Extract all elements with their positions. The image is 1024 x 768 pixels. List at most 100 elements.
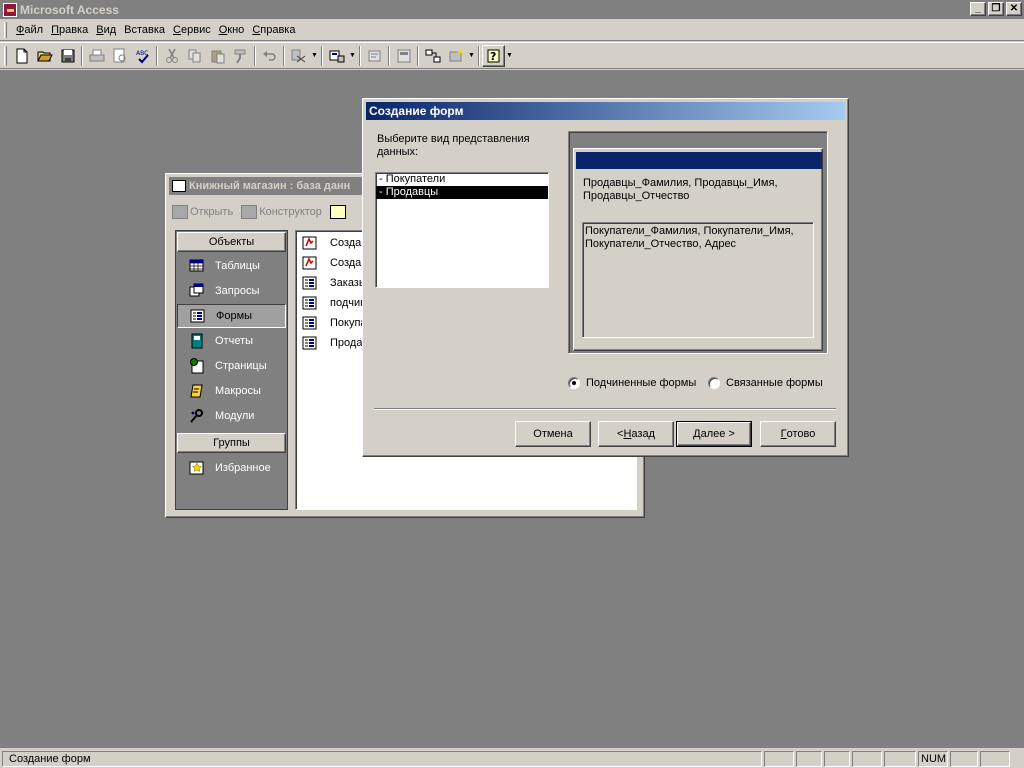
data-view-listbox[interactable]: - Покупатели - Продавцы (375, 172, 549, 288)
listbox-item-buyers[interactable]: - Покупатели (376, 173, 548, 186)
design-label: Конструктор (259, 206, 322, 218)
close-button[interactable]: ✕ (1006, 2, 1022, 16)
menu-tools[interactable]: Сервис (169, 24, 215, 36)
preview-form-title-bar (576, 152, 822, 169)
new-button[interactable] (10, 45, 33, 67)
objects-group-header[interactable]: Объекты (177, 232, 286, 252)
spelling-button[interactable]: ABC (131, 45, 154, 67)
create-button[interactable] (329, 205, 348, 219)
list-item[interactable]: Заказы (302, 273, 367, 293)
finish-button[interactable]: Готово (760, 421, 836, 447)
radio-subforms-indicator[interactable] (568, 377, 580, 389)
form-icon (302, 276, 317, 290)
restore-button[interactable]: ❐ (988, 2, 1004, 16)
open-button[interactable] (33, 45, 56, 67)
database-icon (172, 180, 186, 192)
list-item[interactable]: Создан (302, 253, 367, 273)
list-item[interactable]: Создан (302, 233, 367, 253)
access-app-icon[interactable] (3, 2, 17, 17)
minimize-button[interactable]: _ (970, 2, 986, 16)
paste-icon (211, 50, 224, 63)
radio-subforms-label: Подчиненные формы (586, 377, 697, 389)
object-modules[interactable]: Модули (177, 404, 286, 428)
preview-main-fields: Продавцы_Фамилия, Продавцы_Имя, Продавцы… (583, 177, 778, 202)
app-title: Microsoft Access (20, 2, 119, 17)
paste-button[interactable] (206, 45, 229, 67)
format-painter-button[interactable] (229, 45, 252, 67)
analyze-button[interactable] (325, 45, 348, 67)
form-layout-preview: Продавцы_Фамилия, Продавцы_Имя, Продавцы… (568, 131, 828, 354)
list-item[interactable]: Прода (302, 333, 362, 353)
list-item[interactable]: подчин (302, 293, 366, 313)
toolbar-grip[interactable] (4, 45, 7, 66)
menu-view[interactable]: Вид (92, 24, 120, 36)
object-reports[interactable]: Отчеты (177, 329, 286, 353)
object-tables[interactable]: Таблицы (177, 254, 286, 278)
wizard-icon (302, 256, 317, 270)
help-button[interactable]: ? (482, 44, 505, 67)
next-accel: Д (693, 428, 701, 440)
list-item-label: Прода (330, 337, 363, 349)
object-forms[interactable]: Формы (177, 304, 286, 328)
new-object-dropdown[interactable]: ▼ (467, 45, 476, 67)
analyze-dropdown[interactable]: ▼ (348, 45, 357, 67)
toolbar-separator (321, 45, 323, 66)
menu-insert[interactable]: Вставка (120, 24, 169, 36)
menu-help[interactable]: Справка (248, 24, 299, 36)
wizard-separator (374, 408, 836, 410)
status-text: Создание форм (2, 750, 762, 767)
form-icon (302, 296, 317, 310)
undo-button[interactable] (258, 45, 281, 67)
module-icon (190, 409, 203, 423)
radio-linked-indicator[interactable] (708, 377, 720, 389)
group-favorites[interactable]: Избранное (177, 456, 286, 480)
object-label: Таблицы (215, 260, 260, 272)
properties-button[interactable] (392, 45, 415, 67)
radio-subforms[interactable]: Подчиненные формы (568, 377, 696, 389)
status-panel (980, 750, 1010, 767)
print-preview-button[interactable] (108, 45, 131, 67)
cancel-label: Отмена (533, 428, 573, 440)
object-queries[interactable]: Запросы (177, 279, 286, 303)
object-macros[interactable]: Макросы (177, 379, 286, 403)
form-icon (302, 316, 317, 330)
print-button[interactable] (85, 45, 108, 67)
preview-form: Продавцы_Фамилия, Продавцы_Имя, Продавцы… (573, 148, 823, 351)
back-button[interactable]: < Назад (598, 421, 674, 447)
print-preview-icon (113, 48, 125, 62)
toolbar-separator (156, 45, 158, 66)
cut-button[interactable] (160, 45, 183, 67)
relationships-button[interactable] (421, 45, 444, 67)
help-dropdown[interactable]: ▼ (505, 45, 514, 67)
new-object-button[interactable] (444, 45, 467, 67)
open-object-button[interactable]: Открыть (172, 205, 233, 219)
listbox-item-sellers[interactable]: - Продавцы (376, 186, 548, 199)
radio-linked-forms[interactable]: Связанные формы (708, 377, 823, 389)
form-wizard-dialog: Создание форм Выберите вид представления… (362, 98, 849, 457)
menu-file[interactable]: Файл (12, 24, 47, 36)
menu-grip[interactable] (4, 22, 7, 38)
new-file-icon (16, 48, 27, 63)
wizard-title-bar[interactable]: Создание форм (366, 102, 845, 120)
copy-button[interactable] (183, 45, 206, 67)
menu-edit[interactable]: Правка (47, 24, 92, 36)
new-object-icon (449, 48, 463, 61)
cancel-button[interactable]: Отмена (515, 421, 591, 447)
menu-window[interactable]: Окно (215, 24, 249, 36)
office-links-button[interactable] (287, 45, 310, 67)
table-icon (189, 259, 204, 272)
menu-label: айл (24, 24, 44, 36)
office-links-dropdown[interactable]: ▼ (310, 45, 319, 67)
next-button-face: Далее > (677, 422, 751, 446)
object-pages[interactable]: Страницы (177, 354, 286, 378)
design-button[interactable]: Конструктор (241, 205, 322, 219)
save-button[interactable] (56, 45, 79, 67)
create-object-icon (329, 205, 346, 219)
svg-text:?: ? (490, 50, 496, 63)
code-button[interactable] (363, 45, 386, 67)
next-button[interactable]: Далее > (676, 421, 752, 447)
groups-header[interactable]: Группы (177, 433, 286, 453)
back-accel: Н (623, 428, 632, 440)
list-item[interactable]: Покупа (302, 313, 367, 333)
menu-accel: О (218, 24, 228, 36)
